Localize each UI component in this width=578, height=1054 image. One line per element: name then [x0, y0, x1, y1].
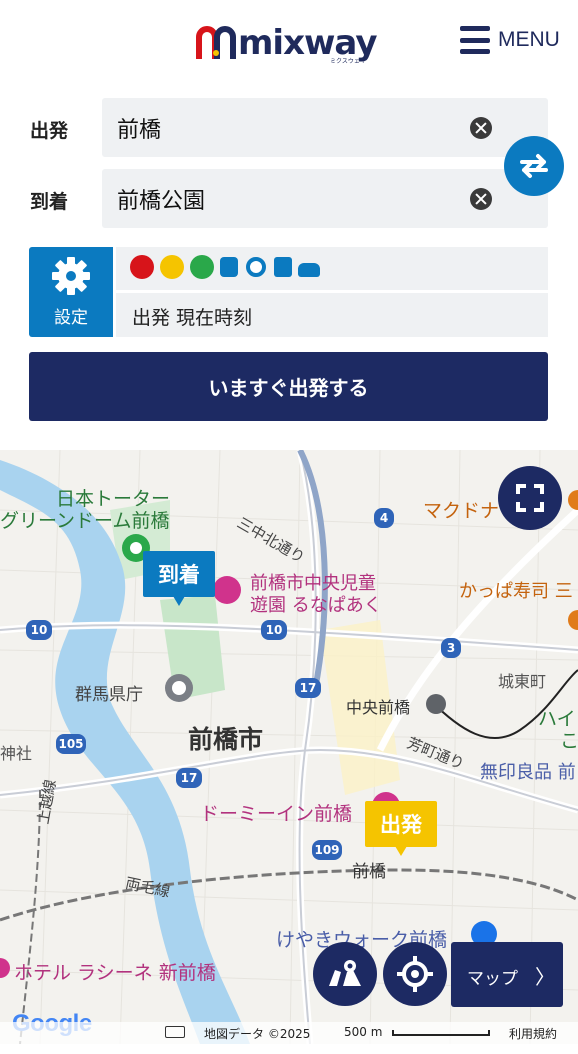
route-shield-109: 109	[314, 843, 339, 857]
map-label: ホテル ラシーネ 新前橋	[14, 962, 216, 984]
from-input[interactable]	[102, 98, 462, 157]
map-label: ドーミーイン前橋	[200, 803, 353, 825]
terms-link[interactable]: 利用規約	[509, 1025, 557, 1042]
map-label: 城東町	[498, 672, 547, 691]
bicycle-green-icon	[190, 255, 214, 279]
menu-label: MENU	[498, 28, 560, 51]
map-layer-button[interactable]	[313, 942, 377, 1006]
header: mixway ミクスウェイ MENU	[0, 0, 578, 88]
map-label: 遊園 るなぱあく	[250, 595, 382, 616]
route-shield-4: 4	[380, 511, 388, 525]
route-shield-17a: 17	[300, 681, 317, 695]
depart-now-button[interactable]: いますぐ出発する	[29, 352, 548, 421]
route-shield-10b: 10	[266, 623, 283, 637]
settings-label: 設定	[54, 308, 88, 328]
map-pin-icon	[329, 960, 361, 986]
hamburger-icon	[460, 26, 490, 54]
settings-button[interactable]: 設定	[29, 247, 113, 337]
departure-pin[interactable]: 出発	[365, 801, 437, 856]
mixway-logo-mark-icon	[196, 23, 236, 63]
time-text: 出発 現在時刻	[132, 307, 253, 329]
car-icon	[298, 263, 320, 277]
map-attribution: 地図データ ©2025 500 m 利用規約	[0, 1022, 578, 1044]
to-input[interactable]	[102, 169, 462, 228]
to-field	[102, 169, 548, 228]
scale-bar	[392, 1030, 490, 1036]
swap-arrows-icon	[520, 154, 548, 178]
map-label: 無印良品 前	[480, 762, 576, 783]
map-label: 中央前橋	[346, 698, 411, 717]
fullscreen-button[interactable]	[498, 466, 562, 530]
time-selector[interactable]: 出発 現在時刻	[116, 293, 548, 337]
chevron-right-icon: 〉	[535, 965, 555, 989]
from-field	[102, 98, 548, 157]
share-cycle-icon	[130, 255, 154, 279]
fullscreen-icon	[516, 484, 544, 512]
bicycle-yellow-icon	[160, 255, 184, 279]
map-button-label: マップ	[467, 969, 518, 989]
clear-to-icon[interactable]	[470, 188, 492, 210]
map-label: グリーンドーム前橋	[0, 510, 170, 532]
keyboard-icon[interactable]	[165, 1026, 185, 1038]
scale-label: 500 m	[344, 1025, 383, 1039]
menu-button[interactable]: MENU	[460, 26, 560, 54]
from-label: 出発	[30, 120, 69, 142]
map-label: 前橋市	[188, 725, 264, 754]
train-icon	[220, 257, 238, 277]
map-data-attribution[interactable]: 地図データ ©2025	[204, 1025, 310, 1042]
transport-modes[interactable]	[116, 247, 548, 290]
crosshair-icon	[397, 956, 433, 992]
map-page-button[interactable]: マップ 〉	[451, 942, 563, 1007]
map-label: 神社	[0, 744, 33, 763]
route-shield-17b: 17	[181, 771, 198, 785]
clear-from-icon[interactable]	[470, 117, 492, 139]
gear-icon	[52, 257, 90, 295]
map[interactable]: 4 10 10 3 17 105 17 109 日本トーター グリーンドーム前橋…	[0, 450, 578, 1044]
map-label: かっぱ寿司 三	[459, 581, 573, 602]
arrival-pin[interactable]: 到着	[143, 551, 215, 606]
swap-button[interactable]	[504, 136, 564, 196]
logo-subtitle: ミクスウェイ	[330, 58, 366, 65]
app-root: mixway ミクスウェイ MENU 出発 到着	[0, 0, 578, 1054]
map-label: 群馬県庁	[75, 685, 143, 705]
route-shield-105: 105	[58, 737, 83, 751]
subway-icon	[246, 257, 266, 277]
route-shield-3: 3	[447, 641, 455, 655]
map-label: 前橋	[352, 862, 386, 882]
map-label: マクドナ	[423, 500, 500, 522]
route-shield-10a: 10	[31, 623, 48, 637]
to-label: 到着	[30, 191, 69, 213]
map-label: こ	[560, 730, 578, 752]
current-location-button[interactable]	[383, 942, 447, 1006]
bus-icon	[274, 257, 292, 277]
mixway-logo[interactable]: mixway ミクスウェイ	[196, 22, 377, 65]
